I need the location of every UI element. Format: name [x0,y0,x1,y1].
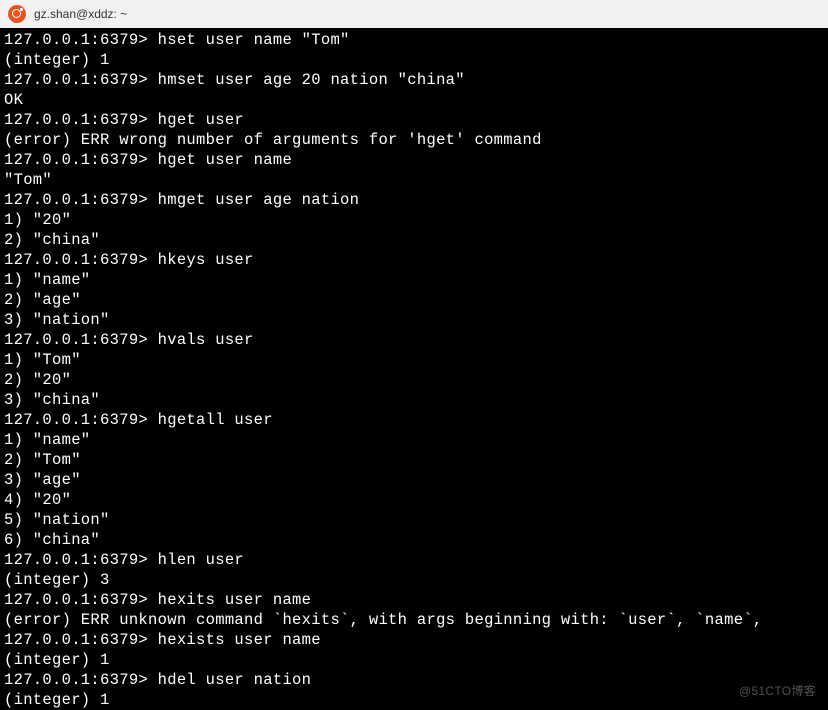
prompt: 127.0.0.1:6379> [4,151,158,169]
terminal-command-line: 127.0.0.1:6379> hget user [4,110,824,130]
terminal-output-line: (integer) 3 [4,570,824,590]
prompt: 127.0.0.1:6379> [4,411,158,429]
terminal-output-line: 4) "20" [4,490,824,510]
terminal-command-line: 127.0.0.1:6379> hexists user name [4,630,824,650]
command-text: hmget user age nation [158,191,360,209]
command-text: hkeys user [158,251,254,269]
command-text: hgetall user [158,411,273,429]
terminal-output-line: 1) "name" [4,270,824,290]
command-text: hexists user name [158,631,321,649]
terminal-command-line: 127.0.0.1:6379> hgetall user [4,410,824,430]
terminal-command-line: 127.0.0.1:6379> hkeys user [4,250,824,270]
terminal-command-line: 127.0.0.1:6379> hdel user nation [4,670,824,690]
terminal-command-line: 127.0.0.1:6379> hvals user [4,330,824,350]
ubuntu-icon [8,5,26,23]
command-text: hexits user name [158,591,312,609]
prompt: 127.0.0.1:6379> [4,71,158,89]
command-text: hdel user nation [158,671,312,689]
terminal-output-line: 2) "20" [4,370,824,390]
command-text: hvals user [158,331,254,349]
command-text: hmset user age 20 nation "china" [158,71,465,89]
command-text: hset user name "Tom" [158,31,350,49]
prompt: 127.0.0.1:6379> [4,631,158,649]
prompt: 127.0.0.1:6379> [4,331,158,349]
terminal-output-line: 1) "20" [4,210,824,230]
terminal-output-line: 3) "age" [4,470,824,490]
terminal-output-line: (integer) 1 [4,690,824,710]
terminal-command-line: 127.0.0.1:6379> hlen user [4,550,824,570]
window-titlebar: gz.shan@xddz: ~ [0,0,828,28]
prompt: 127.0.0.1:6379> [4,31,158,49]
window-title: gz.shan@xddz: ~ [34,7,127,21]
terminal-output-line: "Tom" [4,170,824,190]
terminal-pane[interactable]: 127.0.0.1:6379> hset user name "Tom"(int… [0,28,828,709]
prompt: 127.0.0.1:6379> [4,551,158,569]
prompt: 127.0.0.1:6379> [4,591,158,609]
watermark: @51CTO博客 [739,681,816,701]
prompt: 127.0.0.1:6379> [4,191,158,209]
terminal-command-line: 127.0.0.1:6379> hmget user age nation [4,190,824,210]
terminal-output-line: (error) ERR unknown command `hexits`, wi… [4,610,824,630]
command-text: hget user name [158,151,292,169]
terminal-command-line: 127.0.0.1:6379> hmset user age 20 nation… [4,70,824,90]
terminal-output-line: 2) "age" [4,290,824,310]
terminal-output-line: OK [4,90,824,110]
terminal-output-line: (integer) 1 [4,50,824,70]
terminal-output-line: 2) "china" [4,230,824,250]
prompt: 127.0.0.1:6379> [4,111,158,129]
terminal-output-line: (integer) 1 [4,650,824,670]
terminal-command-line: 127.0.0.1:6379> hexits user name [4,590,824,610]
terminal-command-line: 127.0.0.1:6379> hset user name "Tom" [4,30,824,50]
prompt: 127.0.0.1:6379> [4,671,158,689]
terminal-output-line: 3) "china" [4,390,824,410]
terminal-output-line: 2) "Tom" [4,450,824,470]
terminal-output-line: 6) "china" [4,530,824,550]
terminal-output-line: (error) ERR wrong number of arguments fo… [4,130,824,150]
terminal-output-line: 3) "nation" [4,310,824,330]
terminal-output-line: 1) "Tom" [4,350,824,370]
prompt: 127.0.0.1:6379> [4,251,158,269]
command-text: hget user [158,111,244,129]
terminal-command-line: 127.0.0.1:6379> hget user name [4,150,824,170]
terminal-output-line: 1) "name" [4,430,824,450]
terminal-output-line: 5) "nation" [4,510,824,530]
command-text: hlen user [158,551,244,569]
